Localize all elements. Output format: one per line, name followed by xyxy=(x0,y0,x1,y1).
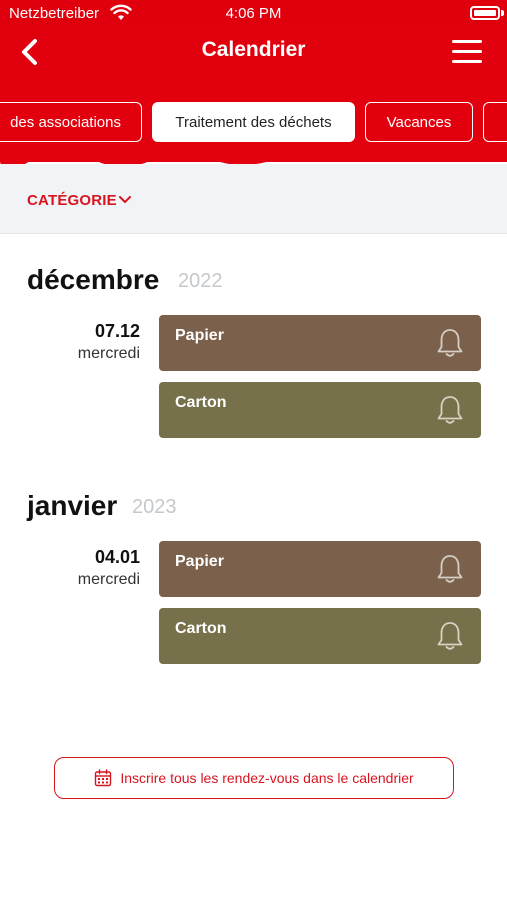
add-all-to-calendar-button[interactable]: Inscrire tous les rendez-vous dans le ca… xyxy=(54,757,454,799)
tab-associations[interactable]: des associations xyxy=(0,102,142,142)
tab-waste-treatment[interactable]: Traitement des déchets xyxy=(152,102,355,142)
month-name: janvier xyxy=(27,490,118,521)
hamburger-line xyxy=(452,60,482,63)
event-label: Carton xyxy=(175,394,227,411)
clock: 4:06 PM xyxy=(225,5,282,22)
category-filter[interactable]: CATÉGORIE xyxy=(27,192,117,209)
bell-icon[interactable] xyxy=(435,553,465,585)
month-year: 2023 xyxy=(132,496,177,518)
bell-icon[interactable] xyxy=(435,620,465,652)
menu-button[interactable] xyxy=(449,38,485,66)
event-date: 07.12 xyxy=(94,321,140,341)
add-all-to-calendar-label: Inscrire tous les rendez-vous dans le ca… xyxy=(120,770,414,786)
category-filter-bar: CATÉGORIE xyxy=(0,164,507,234)
battery-icon xyxy=(470,6,500,20)
event-card-carton[interactable]: Carton xyxy=(159,608,481,664)
bell-icon[interactable] xyxy=(435,394,465,426)
event-label: Papier xyxy=(175,553,224,570)
tab-bar: des associations Traitement des déchets … xyxy=(0,102,507,142)
status-bar: Netzbetreiber 4:06 PM xyxy=(0,0,507,28)
event-card-papier[interactable]: Papier xyxy=(159,315,481,371)
calendar-icon xyxy=(95,769,112,787)
battery-tip xyxy=(501,10,504,16)
month-year: 2022 xyxy=(178,270,223,292)
page-title: Calendrier xyxy=(201,38,306,61)
event-weekday: mercredi xyxy=(77,571,140,588)
bell-icon[interactable] xyxy=(435,327,465,359)
hamburger-line xyxy=(452,40,482,43)
tab-next[interactable] xyxy=(483,102,507,142)
event-label: Papier xyxy=(175,327,224,344)
event-label: Carton xyxy=(175,620,227,637)
hamburger-line xyxy=(452,50,482,53)
tab-label: Traitement des déchets xyxy=(175,113,332,131)
event-weekday: mercredi xyxy=(77,345,140,362)
tab-label: des associations xyxy=(10,113,121,131)
event-card-carton[interactable]: Carton xyxy=(159,382,481,438)
chevron-down-icon[interactable] xyxy=(118,194,132,206)
tab-holidays[interactable]: Vacances xyxy=(365,102,473,142)
event-date: 04.01 xyxy=(94,547,140,567)
app-header: Netzbetreiber 4:06 PM Calendrier des ass… xyxy=(0,0,507,166)
event-card-papier[interactable]: Papier xyxy=(159,541,481,597)
month-name: décembre xyxy=(27,264,160,295)
tab-label: Vacances xyxy=(386,113,452,131)
